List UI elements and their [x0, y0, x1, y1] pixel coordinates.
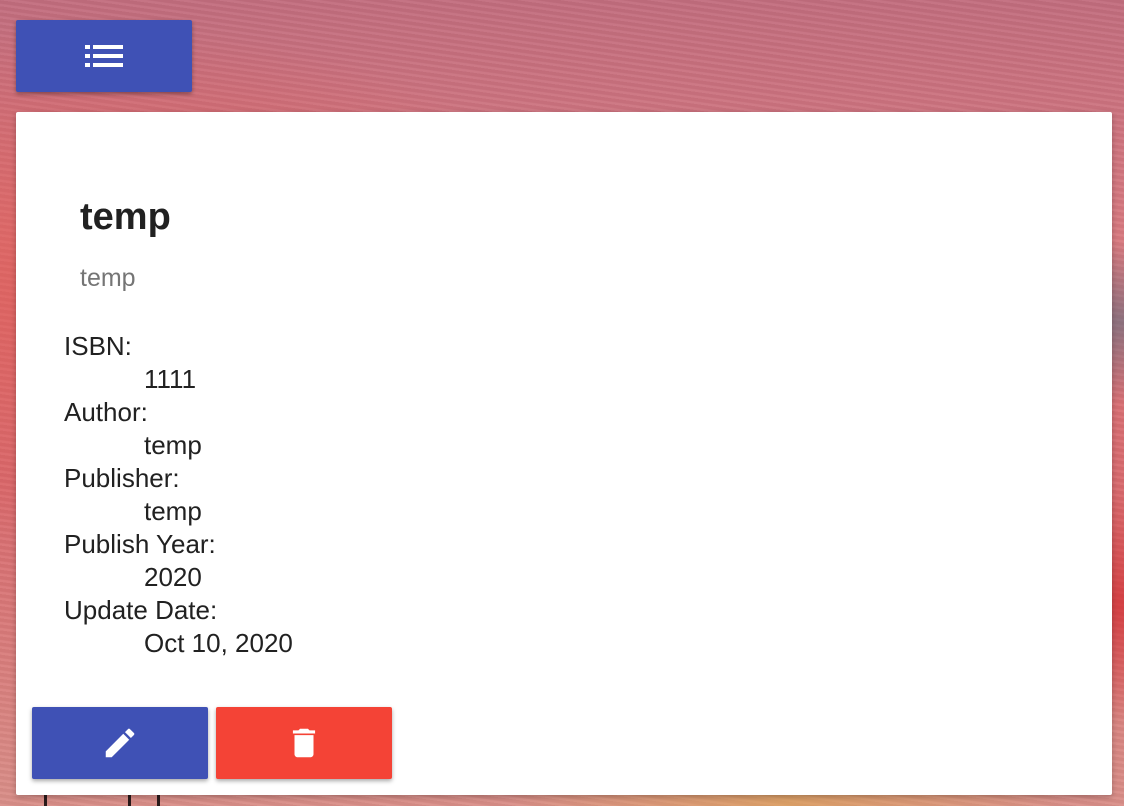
- background-stroke: [44, 794, 47, 806]
- publisher-label: Publisher:: [64, 463, 180, 493]
- author-value: temp: [144, 430, 202, 460]
- publisher-value: temp: [144, 496, 202, 526]
- publish-year-value: 2020: [144, 562, 202, 592]
- update-date-label: Update Date:: [64, 595, 218, 625]
- delete-button[interactable]: [216, 707, 392, 779]
- author-label: Author:: [64, 397, 148, 427]
- pencil-icon: [105, 728, 135, 758]
- background-stroke: [157, 794, 160, 806]
- isbn-value: 1111: [144, 364, 197, 394]
- publish-year-label: Publish Year:: [64, 529, 216, 559]
- book-detail-card: temp temp ISBN: 1111 Author: temp Publis…: [16, 112, 1112, 795]
- book-title: temp: [80, 196, 171, 238]
- isbn-label: ISBN:: [64, 331, 132, 361]
- list-icon: [85, 45, 123, 67]
- trash-icon: [292, 728, 316, 758]
- update-date-value: Oct 10, 2020: [144, 628, 293, 658]
- book-subtitle: temp: [80, 264, 136, 292]
- book-list-button[interactable]: [16, 20, 192, 92]
- background-stroke: [128, 794, 131, 806]
- book-details: ISBN: 1111 Author: temp Publisher: temp …: [64, 330, 293, 660]
- edit-button[interactable]: [32, 707, 208, 779]
